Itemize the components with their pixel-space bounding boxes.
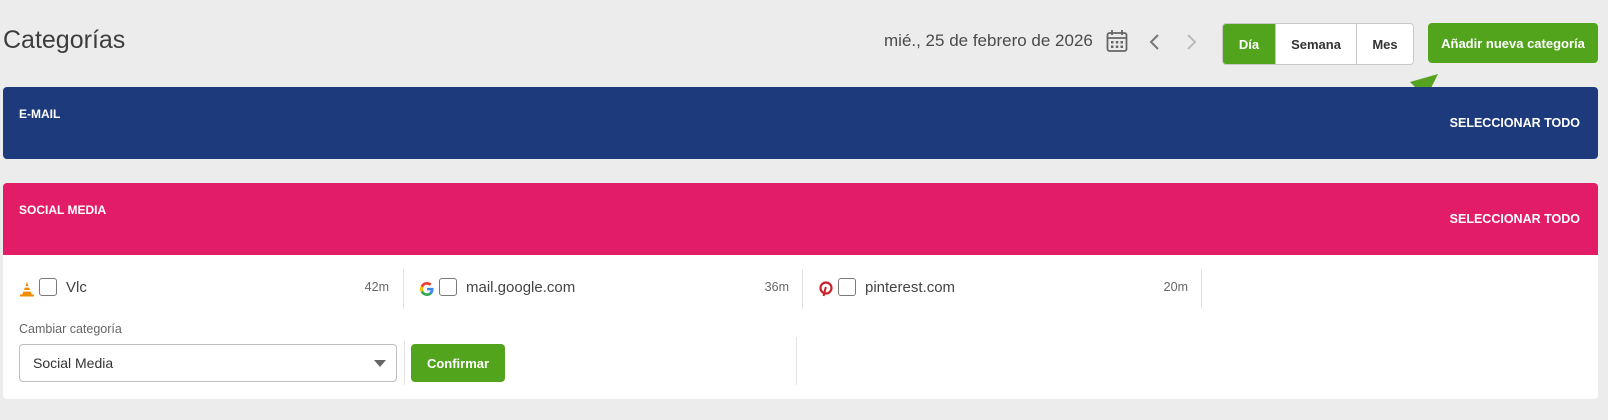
change-category-label: Cambiar categoría bbox=[19, 322, 122, 336]
app-item: mail.google.com 36m bbox=[419, 277, 789, 303]
calendar-icon[interactable] bbox=[1106, 29, 1128, 53]
column-divider bbox=[403, 269, 404, 309]
view-month-button[interactable]: Mes bbox=[1356, 24, 1413, 64]
app-checkbox[interactable] bbox=[39, 278, 57, 296]
view-toggle: Día Semana Mes bbox=[1222, 23, 1414, 65]
app-name: Vlc bbox=[66, 279, 87, 296]
category-name: SOCIAL MEDIA bbox=[19, 203, 107, 217]
view-day-button[interactable]: Día bbox=[1223, 24, 1275, 64]
vlc-cone-icon bbox=[20, 282, 34, 297]
confirm-button[interactable]: Confirmar bbox=[411, 344, 505, 382]
app-name: mail.google.com bbox=[466, 279, 576, 296]
category-banner-social-media: SOCIAL MEDIA SELECCIONAR TODO bbox=[3, 183, 1598, 255]
app-time: 20m bbox=[1163, 280, 1188, 294]
category-apps-panel: Vlc 42m mail.google.com 36m pinterest.co… bbox=[3, 255, 1598, 399]
select-all-button[interactable]: SELECCIONAR TODO bbox=[1450, 116, 1580, 130]
select-all-button[interactable]: SELECCIONAR TODO bbox=[1450, 212, 1580, 226]
category-select[interactable]: Social Media bbox=[19, 344, 397, 382]
chevron-down-icon bbox=[374, 360, 386, 367]
app-checkbox[interactable] bbox=[439, 278, 457, 296]
category-name: E-MAIL bbox=[19, 107, 61, 121]
pinterest-icon bbox=[819, 281, 833, 297]
page-title: Categorías bbox=[3, 26, 126, 54]
app-item: pinterest.com 20m bbox=[818, 277, 1188, 303]
category-select-value: Social Media bbox=[33, 355, 114, 371]
column-divider bbox=[796, 337, 797, 385]
chevron-left-icon[interactable] bbox=[1148, 32, 1162, 52]
column-divider bbox=[802, 269, 803, 309]
chevron-right-icon[interactable] bbox=[1184, 32, 1198, 52]
app-time: 42m bbox=[364, 280, 389, 294]
app-item: Vlc 42m bbox=[19, 277, 389, 303]
add-category-button[interactable]: Añadir nueva categoría bbox=[1428, 23, 1598, 63]
column-divider bbox=[404, 341, 405, 385]
app-checkbox[interactable] bbox=[838, 278, 856, 296]
view-week-button[interactable]: Semana bbox=[1275, 24, 1356, 64]
category-banner-email: E-MAIL SELECCIONAR TODO bbox=[3, 87, 1598, 159]
column-divider bbox=[1201, 269, 1202, 309]
app-name: pinterest.com bbox=[865, 279, 956, 296]
app-time: 36m bbox=[764, 280, 789, 294]
current-date: mié., 25 de febrero de 2026 bbox=[884, 31, 1093, 50]
google-g-icon bbox=[420, 282, 434, 296]
